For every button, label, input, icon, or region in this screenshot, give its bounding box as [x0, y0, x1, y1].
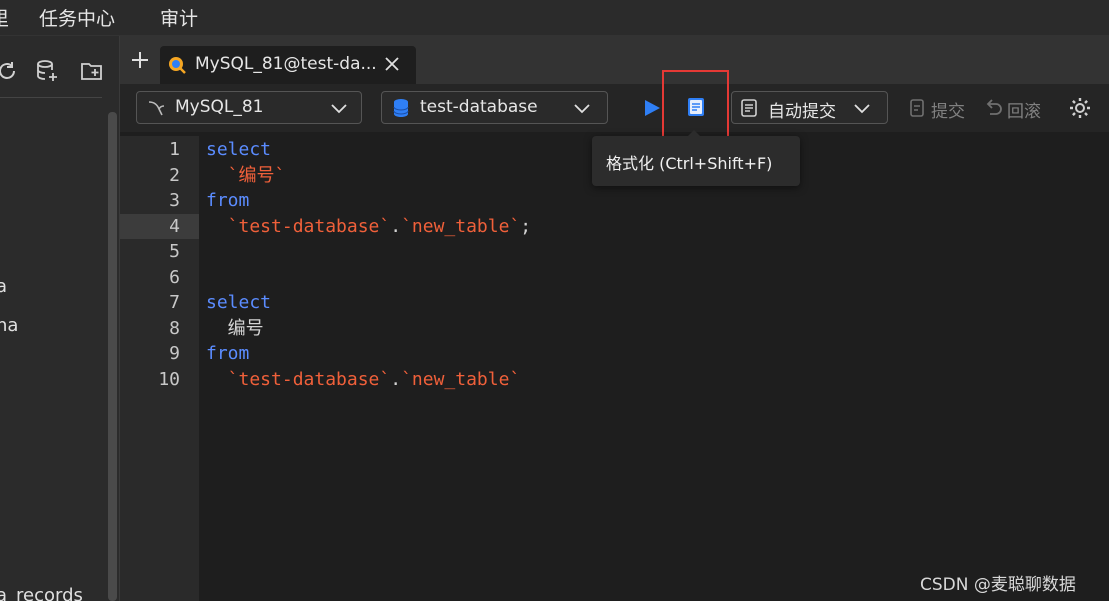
- database-icon: [393, 99, 409, 117]
- gutter-line: 6: [120, 265, 199, 291]
- sidebar: a na a_records: [0, 36, 120, 601]
- database-select[interactable]: test-database: [381, 91, 608, 124]
- line-number-gutter: 1 2 3 4 5 6 7 8 9 10: [120, 136, 199, 601]
- gutter-line: 7: [120, 290, 199, 316]
- gutter-line: 4: [120, 213, 199, 239]
- editor-toolbar: MySQL_81 test-database 自动提交 提交 回滚: [120, 70, 1109, 138]
- connection-label: MySQL_81: [175, 97, 264, 117]
- tab-title: MySQL_81@test-da...: [195, 54, 377, 74]
- sql-editor[interactable]: select `编号` from `test-database`.`new_tab…: [199, 136, 1109, 601]
- code-token: from: [206, 343, 250, 364]
- code-token: .: [390, 215, 402, 237]
- code-token: `test-database`: [206, 368, 391, 390]
- add-folder-icon[interactable]: [79, 58, 105, 84]
- undo-icon: [986, 99, 1002, 115]
- menu-item-partial[interactable]: 里: [0, 4, 9, 31]
- gear-icon[interactable]: [1068, 96, 1092, 120]
- sidebar-scrollbar[interactable]: [108, 112, 117, 601]
- database-label: test-database: [420, 97, 538, 117]
- line-number: 9: [169, 343, 180, 364]
- code-token: `编号`: [206, 164, 286, 186]
- gutter-line: 9: [120, 341, 199, 367]
- line-number: 2: [169, 164, 180, 186]
- code-line[interactable]: select: [206, 290, 271, 316]
- line-number: 5: [169, 241, 180, 262]
- line-number: 7: [169, 292, 180, 313]
- chevron-down-icon: [331, 104, 347, 114]
- gutter-line: 2: [120, 163, 199, 189]
- line-number: 3: [169, 190, 180, 211]
- tab-strip: MySQL_81@test-da...: [120, 36, 1109, 84]
- code-line[interactable]: `编号`: [206, 163, 286, 189]
- tab-query[interactable]: MySQL_81@test-da...: [160, 46, 416, 84]
- code-token: .: [390, 368, 402, 390]
- mysql-dolphin-icon: [148, 101, 165, 116]
- sidebar-tree-item[interactable]: na: [0, 315, 18, 336]
- commit-button[interactable]: 提交: [931, 97, 965, 122]
- chevron-down-icon: [854, 104, 870, 114]
- close-icon[interactable]: [384, 56, 400, 72]
- watermark: CSDN @麦聪聊数据: [920, 575, 1076, 595]
- code-line[interactable]: `test-database`.`new_table`: [206, 367, 521, 393]
- code-line[interactable]: from: [206, 341, 249, 367]
- refresh-icon[interactable]: [0, 58, 20, 84]
- query-tab-icon: [169, 57, 186, 74]
- code-token: ;: [520, 215, 532, 237]
- add-database-icon[interactable]: [34, 58, 60, 84]
- code-line[interactable]: from: [206, 188, 249, 214]
- commit-icon: [910, 99, 924, 117]
- line-number: 6: [169, 266, 180, 288]
- run-icon[interactable]: [642, 98, 662, 118]
- gutter-line: 1: [120, 137, 199, 163]
- code-line[interactable]: select: [206, 137, 271, 163]
- format-tooltip: 格式化 (Ctrl+Shift+F): [592, 130, 800, 186]
- code-token: `test-database`: [206, 215, 391, 237]
- code-line[interactable]: `test-database`.`new_table`;: [206, 214, 531, 240]
- document-icon: [741, 99, 757, 117]
- code-token: 编号: [206, 317, 264, 339]
- gutter-line: 10: [120, 367, 199, 393]
- code-token: `new_table`: [401, 215, 521, 237]
- code-token: `new_table`: [401, 368, 521, 390]
- autocommit-select[interactable]: 自动提交: [731, 91, 888, 124]
- tooltip-text: 格式化 (Ctrl+Shift+F): [606, 154, 773, 173]
- line-number: 1: [169, 139, 180, 160]
- code-token: select: [206, 292, 272, 313]
- autocommit-label: 自动提交: [768, 102, 836, 122]
- sidebar-tree-item[interactable]: a_records: [0, 585, 83, 601]
- code-token: select: [206, 139, 272, 160]
- sidebar-divider: [0, 97, 102, 98]
- gutter-line: 8: [120, 316, 199, 342]
- plus-icon[interactable]: [130, 50, 150, 70]
- tooltip-arrow: [688, 130, 700, 136]
- menu-item-audit[interactable]: 审计: [160, 4, 198, 31]
- sidebar-tree-item[interactable]: a: [0, 276, 7, 297]
- gutter-line: 3: [120, 188, 199, 214]
- gutter-line: 5: [120, 239, 199, 265]
- connection-select[interactable]: MySQL_81: [136, 91, 362, 124]
- code-token: from: [206, 190, 250, 211]
- menu-bar: 里 任务中心 审计: [0, 0, 1109, 36]
- line-number: 8: [169, 317, 180, 339]
- line-number: 10: [158, 368, 180, 390]
- menu-item-task-center[interactable]: 任务中心: [39, 4, 115, 31]
- code-line[interactable]: 编号: [206, 316, 264, 342]
- format-button-highlight: [662, 70, 729, 138]
- rollback-button[interactable]: 回滚: [1007, 97, 1041, 122]
- line-number: 4: [169, 215, 180, 237]
- chevron-down-icon: [574, 104, 590, 114]
